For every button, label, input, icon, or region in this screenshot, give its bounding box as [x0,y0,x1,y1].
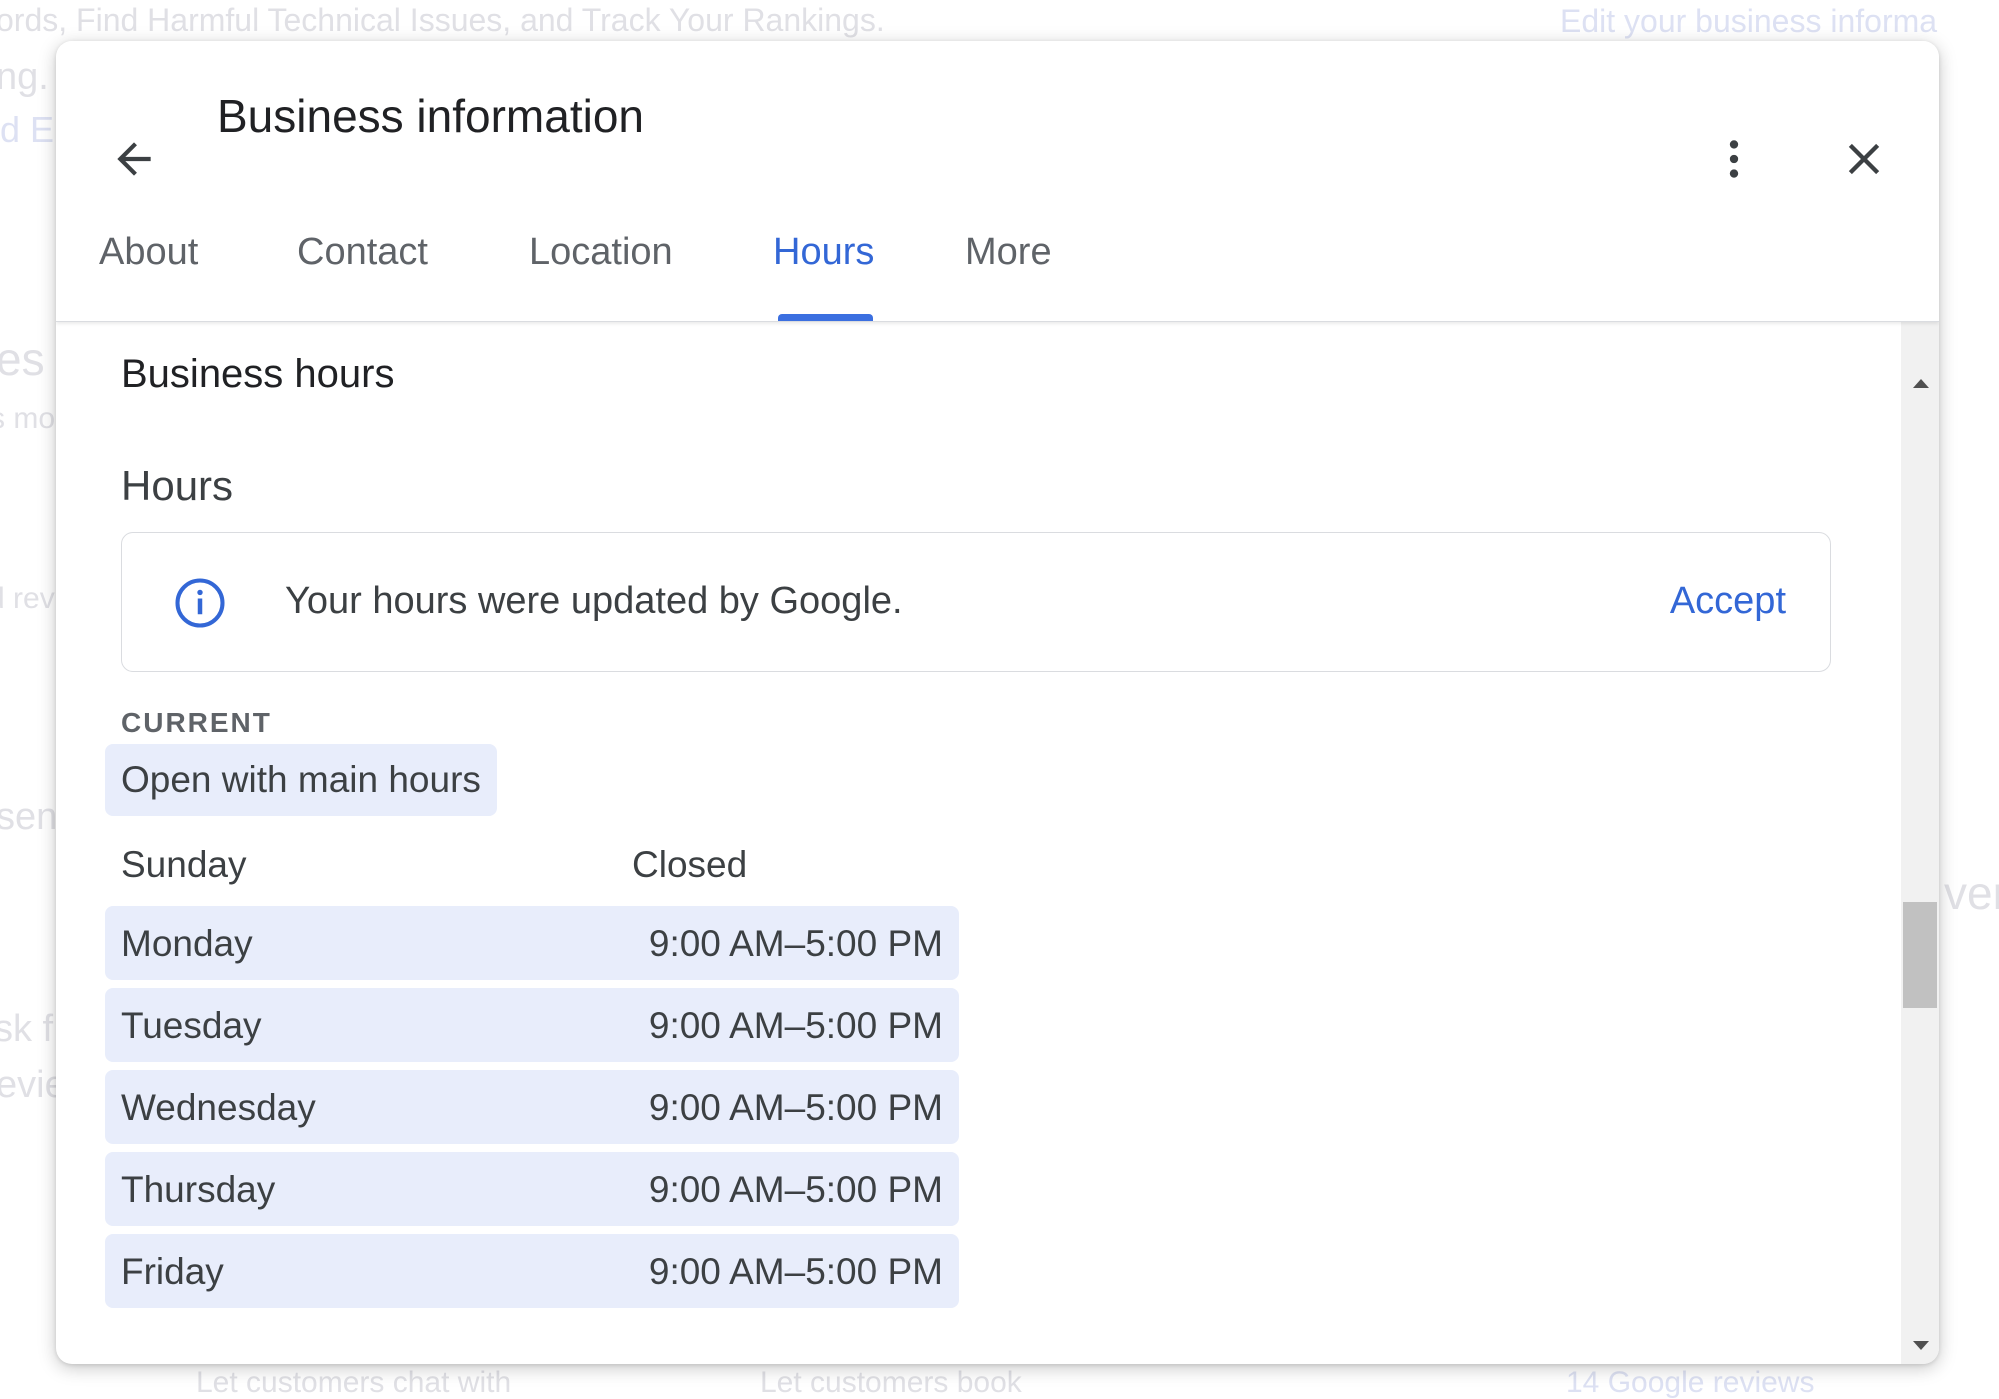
hours-subtitle: Hours [121,462,234,509]
hours-row-sunday: Sunday Closed [105,827,959,901]
update-notice: Your hours were updated by Google. Accep… [121,532,1831,672]
section-title: Business hours [121,352,395,396]
day-hours: 9:00 AM–5:00 PM [648,1169,943,1210]
status-chip: Open with main hours [105,744,497,816]
dialog-header: Business information About Contact Locat… [56,41,1939,322]
notice-text: Your hours were updated by Google. [285,580,903,622]
close-icon[interactable] [1834,129,1894,189]
day-label: Friday [121,1251,224,1292]
scrollbar[interactable] [1901,322,1939,1364]
tab-contact[interactable]: Contact [297,231,428,274]
bg-text: Let customers book [760,1366,1022,1399]
day-label: Tuesday [121,1005,262,1046]
bg-text: 14 Google reviews [1566,1366,1815,1399]
back-arrow-icon[interactable] [104,129,164,189]
bg-text: Let customers chat with [196,1366,512,1399]
day-label: Sunday [121,844,247,885]
hours-row-monday: Monday 9:00 AM–5:00 PM [105,906,959,980]
hours-row-friday: Friday 9:00 AM–5:00 PM [105,1234,959,1308]
day-label: Thursday [121,1169,276,1210]
bg-text: sen [0,796,58,838]
bg-text: ords, Find Harmful Technical Issues, and… [0,2,885,38]
day-label: Wednesday [121,1087,316,1128]
business-information-dialog: Business information About Contact Locat… [56,41,1939,1364]
day-label: Monday [121,923,253,964]
current-label: CURRENT [121,707,272,738]
info-icon [172,575,228,631]
tab-hours[interactable]: Hours [773,231,874,274]
tab-about[interactable]: About [99,231,198,274]
day-hours: 9:00 AM–5:00 PM [648,923,943,964]
scrollbar-thumb[interactable] [1903,902,1937,1008]
tab-location[interactable]: Location [529,231,673,274]
bg-text: d rev [0,582,55,615]
bg-link: Edit your business informa [1560,3,1938,39]
bg-text: s mo [0,402,56,435]
more-vertical-icon[interactable] [1704,129,1764,189]
bg-text: sk f [0,1008,54,1050]
active-tab-indicator [778,314,873,321]
hours-row-tuesday: Tuesday 9:00 AM–5:00 PM [105,988,959,1062]
scroll-down-icon[interactable] [1913,1341,1929,1350]
hours-row-wednesday: Wednesday 9:00 AM–5:00 PM [105,1070,959,1144]
hours-row-thursday: Thursday 9:00 AM–5:00 PM [105,1152,959,1226]
day-hours: Closed [632,844,748,885]
day-hours: 9:00 AM–5:00 PM [648,1251,943,1292]
bg-text: es [0,333,45,385]
accept-button[interactable]: Accept [1670,580,1786,623]
hours-panel: Business hours Hours Your hours were upd… [56,322,1939,1364]
scroll-up-icon[interactable] [1913,379,1929,388]
day-hours: 9:00 AM–5:00 PM [648,1087,943,1128]
bg-text: ng. [0,56,49,98]
tab-more[interactable]: More [965,231,1052,274]
bg-text: rd E [0,109,55,150]
bg-text: ven [1944,867,1999,919]
day-hours: 9:00 AM–5:00 PM [648,1005,943,1046]
dialog-title: Business information [217,90,644,142]
